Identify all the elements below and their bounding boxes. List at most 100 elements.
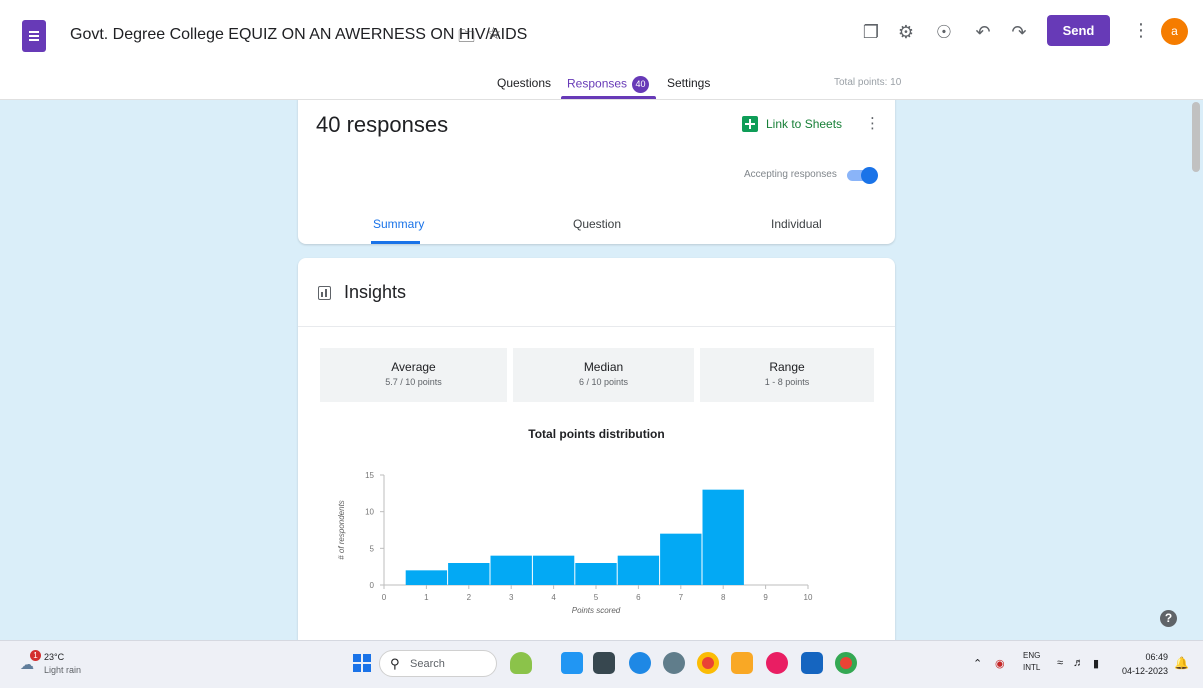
store-app-icon[interactable] <box>561 652 583 674</box>
subtab-question[interactable]: Question <box>573 217 621 231</box>
windows-taskbar: ☁ 1 23°C Light rain ⚲ Search ⌃ ◉ ENG INT… <box>0 640 1203 688</box>
wifi-icon[interactable]: ≈ <box>1057 657 1063 669</box>
x-axis-label: Points scored <box>572 606 621 615</box>
file-explorer-icon[interactable] <box>731 652 753 674</box>
chart-title: Total points distribution <box>528 427 665 441</box>
chrome-active-icon[interactable] <box>835 652 857 674</box>
language-indicator[interactable]: ENG INTL <box>1023 650 1040 674</box>
star-icon[interactable]: ☆ <box>486 24 501 44</box>
subtab-summary[interactable]: Summary <box>373 217 424 231</box>
notification-bell-icon[interactable]: 🔔 <box>1174 656 1189 670</box>
search-label: Search <box>410 658 445 670</box>
tray-app-icon[interactable]: ◉ <box>995 657 1005 670</box>
volume-icon[interactable]: ♬ <box>1073 657 1084 669</box>
addons-icon[interactable]: ❐ <box>860 22 882 43</box>
avatar[interactable]: a <box>1161 18 1188 45</box>
stat-label: Average <box>391 360 436 374</box>
toggle-knob <box>861 167 878 184</box>
points-distribution-chart: 0 5 10 15 0 1 2 3 4 5 6 7 8 9 10 Points scored # of resp… <box>337 471 813 615</box>
lang-bottom: INTL <box>1023 663 1041 672</box>
form-tabs: Questions Responses 40 Settings Total poi… <box>0 74 1203 100</box>
clock-time: 06:49 <box>1145 652 1168 662</box>
taskbar-search[interactable]: ⚲ Search <box>379 650 497 677</box>
app-icon[interactable] <box>801 652 823 674</box>
tab-responses-label: Responses <box>567 76 628 91</box>
bar-points-6 <box>617 555 660 585</box>
x-tick-label: 5 <box>594 593 599 602</box>
bar-points-4 <box>532 555 575 585</box>
active-tab-indicator <box>561 96 656 99</box>
subtab-individual[interactable]: Individual <box>771 217 822 231</box>
google-forms-logo-icon[interactable] <box>22 20 46 52</box>
stat-value: 5.7 / 10 points <box>385 377 442 387</box>
link-to-sheets-button[interactable]: Link to Sheets <box>766 117 842 131</box>
windows-start-icon[interactable] <box>353 654 371 672</box>
scrollbar[interactable] <box>1192 102 1200 172</box>
x-tick-label: 1 <box>424 593 429 602</box>
weather-temperature[interactable]: 23°C <box>44 652 64 662</box>
bar-points-1 <box>405 570 448 585</box>
search-icon: ⚲ <box>390 656 400 671</box>
send-button[interactable]: Send <box>1047 15 1110 46</box>
x-tick-label: 2 <box>467 593 472 602</box>
bar-points-5 <box>575 563 617 585</box>
tab-responses[interactable]: Responses 40 <box>567 76 650 93</box>
chrome-icon[interactable] <box>697 652 719 674</box>
y-tick-label: 0 <box>370 581 375 590</box>
stat-value: 6 / 10 points <box>578 377 629 387</box>
responses-count-badge: 40 <box>632 76 650 93</box>
responses-count-heading: 40 responses <box>316 112 449 137</box>
undo-icon[interactable]: ↶ <box>972 22 994 43</box>
clock-date: 04-12-2023 <box>1121 666 1168 676</box>
x-tick-label: 0 <box>382 593 387 602</box>
accepting-responses-label: Accepting responses <box>744 169 837 180</box>
widgets-app-icon[interactable] <box>510 652 532 674</box>
stat-range: Range 1 - 8 points <box>700 348 874 402</box>
y-tick-label: 10 <box>365 508 374 517</box>
app-icon[interactable] <box>593 652 615 674</box>
x-tick-label: 9 <box>763 593 768 602</box>
app-header: Govt. Degree College EQUIZ ON AN AWERNES… <box>0 0 1203 100</box>
accepting-responses-toggle[interactable] <box>847 167 878 184</box>
bar-points-3 <box>490 555 532 585</box>
responses-more-icon[interactable]: ⋮ <box>865 114 880 132</box>
weather-condition: Light rain <box>44 665 82 675</box>
y-tick-label: 5 <box>370 544 375 553</box>
bar-points-8 <box>702 489 744 585</box>
responses-page: 40 responses Link to Sheets ⋮ Accepting … <box>0 100 1203 640</box>
subtab-indicator <box>371 241 420 244</box>
palette-icon[interactable]: ⚙ <box>895 22 917 43</box>
tab-settings[interactable]: Settings <box>667 76 710 90</box>
settings-app-icon[interactable] <box>663 652 685 674</box>
help-icon[interactable]: ? <box>1160 610 1177 627</box>
show-hidden-icons-icon[interactable]: ⌃ <box>973 657 982 670</box>
redo-icon[interactable]: ↷ <box>1008 22 1030 43</box>
preview-eye-icon[interactable]: ☉ <box>933 22 955 43</box>
clock[interactable]: 06:49 04-12-2023 <box>1116 650 1168 678</box>
stat-median: Median 6 / 10 points <box>513 348 694 402</box>
x-tick-label: 7 <box>679 593 684 602</box>
responses-summary-card: 40 responses Link to Sheets ⋮ Accepting … <box>298 100 895 244</box>
x-tick-label: 4 <box>551 593 556 602</box>
more-options-icon[interactable]: ⋮ <box>1132 20 1150 41</box>
stat-label: Median <box>583 360 624 374</box>
y-tick-label: 15 <box>365 471 374 480</box>
x-tick-label: 3 <box>509 593 514 602</box>
stat-average: Average 5.7 / 10 points <box>320 348 507 402</box>
y-axis-label: # of respondents <box>337 500 346 560</box>
tab-questions[interactable]: Questions <box>497 76 551 90</box>
x-tick-label: 8 <box>721 593 726 602</box>
lang-top: ENG <box>1023 651 1041 660</box>
stat-label: Range <box>769 360 805 374</box>
weather-alert-badge: 1 <box>30 650 41 661</box>
bar-points-7 <box>660 533 702 585</box>
x-tick-label: 6 <box>636 593 641 602</box>
chat-app-icon[interactable] <box>629 652 651 674</box>
battery-icon[interactable]: ▮ <box>1093 657 1099 670</box>
sheets-icon[interactable] <box>742 116 758 132</box>
insights-chart-icon <box>318 286 331 300</box>
folder-icon[interactable]: 🗀 <box>458 24 475 53</box>
stat-value: 1 - 8 points <box>764 377 810 387</box>
insights-card: Insights Average 5.7 / 10 points Median … <box>298 258 895 640</box>
app-icon[interactable] <box>766 652 788 674</box>
